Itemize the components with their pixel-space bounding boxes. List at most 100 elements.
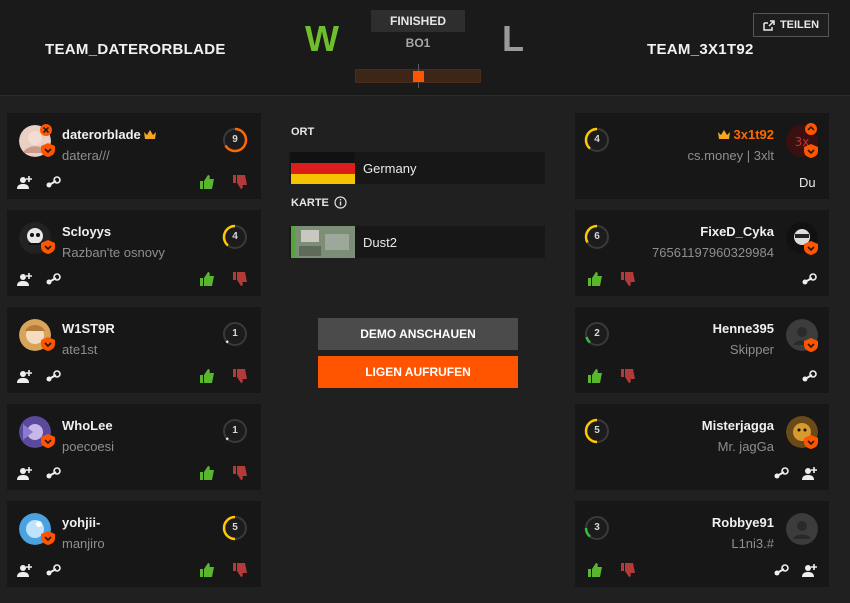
team-left-result: W [305,18,339,59]
steam-icon[interactable] [801,271,817,287]
player-card[interactable]: W1ST9R ate1st 1 [7,307,261,393]
player-subtitle: Skipper [729,342,774,357]
skill-shield-icon [41,434,55,448]
player-card[interactable]: daterorblade datera/// 9 [7,113,261,199]
thumbs-up-icon[interactable] [587,562,603,578]
add-friend-icon[interactable] [17,174,33,190]
skill-shield-icon [41,531,55,545]
player-subtitle: poecoesi [62,439,115,454]
online-badge-icon [40,124,52,136]
player-subtitle: 76561197960329984 [652,245,774,260]
skill-level-badge: 6 [584,224,610,250]
match-format: BO1 [405,36,431,50]
thumbs-up-icon[interactable] [199,562,215,578]
avatar[interactable] [786,513,818,545]
skill-shield-icon [804,338,818,352]
player-nickname[interactable]: FixeD_Cyka [700,224,774,239]
player-nickname[interactable]: WhoLee [62,418,113,433]
progress-marker [413,71,424,82]
location-label: ORT [291,126,315,138]
player-nickname[interactable]: Robbye91 [712,515,774,530]
share-icon [763,19,775,31]
player-card[interactable]: yohjii- manjiro 5 [7,501,261,587]
share-button[interactable]: TEILEN [753,13,829,37]
thumbs-down-icon[interactable] [620,368,636,384]
player-card[interactable]: 6 FixeD_Cyka 76561197960329984 [575,210,829,296]
thumbs-down-icon[interactable] [232,562,248,578]
player-subtitle: manjiro [62,536,105,551]
player-card[interactable]: 3 Robbye91 L1ni3.# [575,501,829,587]
skill-level-badge: 1 [222,321,248,347]
thumbs-up-icon[interactable] [199,174,215,190]
team-right-result: L [502,18,524,59]
steam-icon[interactable] [773,465,789,481]
steam-icon[interactable] [45,465,61,481]
match-header: TEAM_DATERORBLADE W FINISHED BO1 L TEAM_… [0,0,850,96]
steam-icon[interactable] [45,174,61,190]
captain-crown-icon [717,130,730,139]
steam-icon[interactable] [45,368,61,384]
info-icon[interactable] [334,196,347,209]
player-nickname[interactable]: W1ST9R [62,321,115,336]
germany-flag-icon [291,152,355,184]
player-nickname[interactable]: Scloyys [62,224,111,239]
thumbs-up-icon[interactable] [199,368,215,384]
skill-shield-icon [804,435,818,449]
skill-shield-icon [41,143,55,157]
skill-level-badge: 4 [584,127,610,153]
player-card[interactable]: Scloyys Razban'te osnovy 4 [7,210,261,296]
share-label: TEILEN [779,19,820,31]
add-friend-icon[interactable] [802,562,818,578]
player-nickname[interactable]: daterorblade [62,127,157,142]
team-left-name[interactable]: TEAM_DATERORBLADE [45,41,226,58]
skill-shield-icon [41,337,55,351]
skill-level-badge: 9 [222,127,248,153]
steam-icon[interactable] [45,271,61,287]
map-row: Dust2 [289,226,545,258]
watch-demo-button[interactable]: DEMO ANSCHAUEN [318,318,518,350]
skill-level-badge: 3 [584,515,610,541]
thumbs-down-icon[interactable] [232,465,248,481]
steam-icon[interactable] [45,562,61,578]
thumbs-down-icon[interactable] [620,271,636,287]
player-card[interactable]: 5 Misterjagga Mr. jagGa [575,404,829,490]
skill-shield-icon [41,240,55,254]
thumbs-up-icon[interactable] [587,368,603,384]
captain-crown-icon [144,130,157,139]
add-friend-icon[interactable] [17,465,33,481]
thumbs-up-icon[interactable] [587,271,603,287]
player-subtitle: Mr. jagGa [717,439,774,454]
thumbs-down-icon[interactable] [232,368,248,384]
skill-level-badge: 1 [222,418,248,444]
map-thumbnail [291,226,355,258]
player-card[interactable]: 4 3x1t92 cs.money | 3xlt 3x Du [575,113,829,199]
skill-level-badge: 2 [584,321,610,347]
player-card[interactable]: WhoLee poecoesi 1 [7,404,261,490]
team-right-name[interactable]: TEAM_3X1T92 [647,41,754,58]
add-friend-icon[interactable] [17,271,33,287]
steam-icon[interactable] [773,562,789,578]
add-friend-icon[interactable] [802,465,818,481]
player-subtitle: cs.money | 3xlt [687,148,774,163]
thumbs-up-icon[interactable] [199,465,215,481]
thumbs-down-icon[interactable] [232,174,248,190]
location-value: Germany [363,161,417,176]
player-nickname[interactable]: yohjii- [62,515,100,530]
player-nickname[interactable]: 3x1t92 [717,127,774,142]
skill-level-badge: 4 [222,224,248,250]
add-friend-icon[interactable] [17,368,33,384]
skill-level-badge: 5 [222,515,248,541]
player-nickname[interactable]: Misterjagga [702,418,774,433]
player-card[interactable]: 2 Henne395 Skipper [575,307,829,393]
match-progress-bar [355,64,481,88]
thumbs-down-icon[interactable] [232,271,248,287]
player-subtitle: datera/// [62,148,110,163]
add-friend-icon[interactable] [17,562,33,578]
skill-shield-icon [804,144,818,158]
thumbs-up-icon[interactable] [199,271,215,287]
player-nickname[interactable]: Henne395 [713,321,774,336]
thumbs-down-icon[interactable] [620,562,636,578]
online-badge-icon [805,123,817,135]
view-leagues-button[interactable]: LIGEN AUFRUFEN [318,356,518,388]
steam-icon[interactable] [801,368,817,384]
